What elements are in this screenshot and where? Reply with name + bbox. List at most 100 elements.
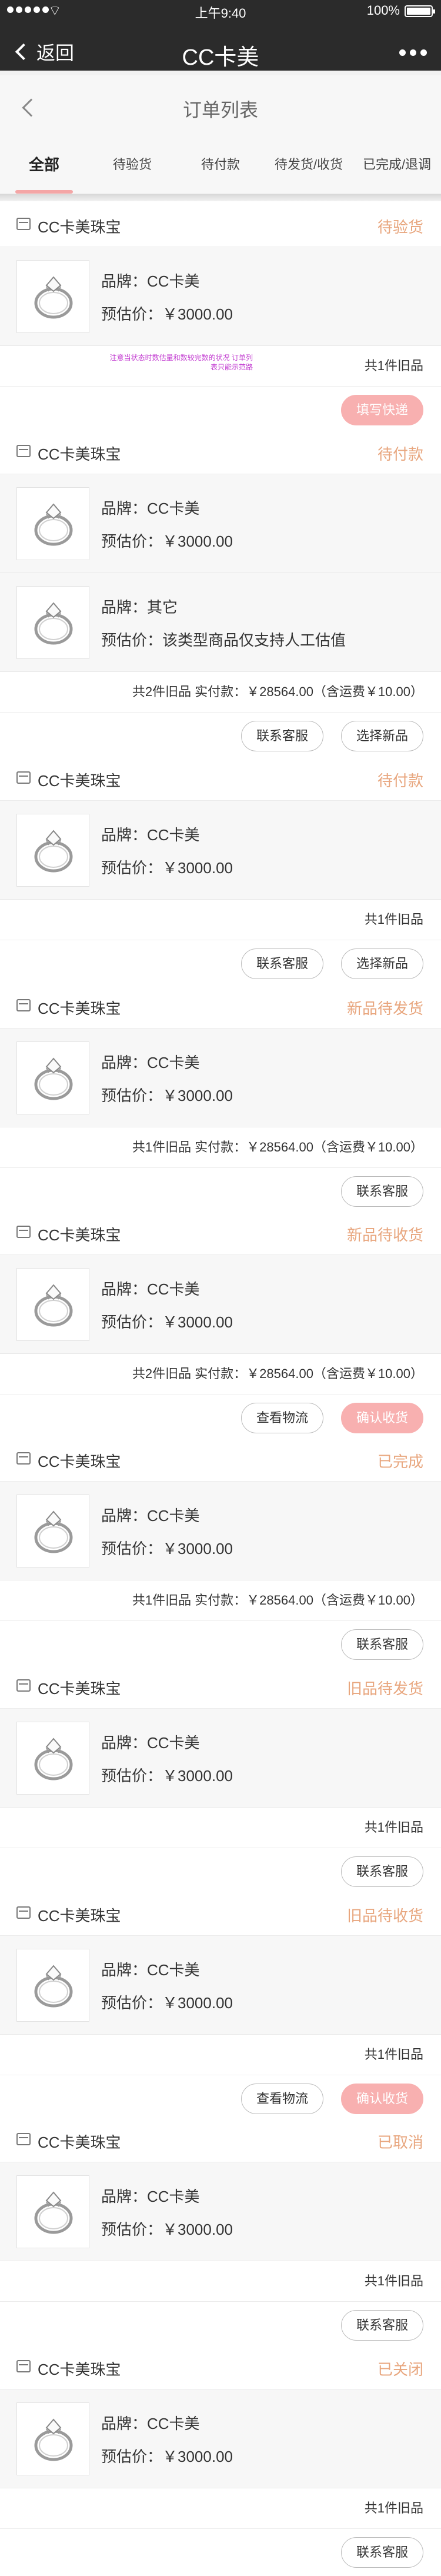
order-card: CC卡美珠宝 旧品待收货 品牌：CC卡美 预估价：￥3000.00 共1件旧品 查看物流确… xyxy=(0,1890,441,2125)
shop-name[interactable]: CC卡美珠宝 xyxy=(38,1450,121,1472)
shop-name[interactable]: CC卡美珠宝 xyxy=(38,1223,121,1245)
item-price: 预估价：该类型商品仅支持人工估值 xyxy=(101,631,346,649)
shop-icon xyxy=(16,2360,31,2372)
item-price: 预估价：￥3000.00 xyxy=(101,859,233,877)
order-status: 旧品待发货 xyxy=(346,1680,423,1698)
app-title: CC卡美 xyxy=(182,45,259,70)
action-button[interactable]: 选择新品 xyxy=(341,721,423,751)
tab-3[interactable]: 待发货/收货 xyxy=(265,140,353,194)
order-status: 待验货 xyxy=(377,218,423,236)
page-title: 订单列表 xyxy=(182,99,258,121)
product-thumbnail[interactable] xyxy=(16,1268,89,1341)
order-item[interactable]: 品牌：CC卡美 预估价：￥3000.00 xyxy=(0,247,441,346)
order-header: CC卡美珠宝 待付款 xyxy=(0,428,441,474)
item-brand: 品牌：其它 xyxy=(101,598,178,616)
action-button[interactable]: 联系客服 xyxy=(341,1629,423,1660)
item-brand: 品牌：CC卡美 xyxy=(101,1054,200,1071)
action-button[interactable]: 填写快递 xyxy=(341,395,423,425)
order-item[interactable]: 品牌：CC卡美 预估价：￥3000.00 xyxy=(0,2162,441,2261)
order-card: CC卡美珠宝 待验货品牌：CC卡美 预估价：￥3000.00 共1件旧品 注意当状态时数… xyxy=(0,201,441,437)
product-thumbnail[interactable] xyxy=(16,260,89,333)
more-dots-icon[interactable] xyxy=(399,49,427,56)
action-button[interactable]: 查看物流 xyxy=(241,2084,323,2114)
battery-icon xyxy=(405,5,435,17)
order-summary: 共1件旧品 xyxy=(0,900,441,940)
order-card: CC卡美珠宝 旧品待发货品牌：CC卡美 预估价：￥3000.00 共1件旧品联系客服 xyxy=(0,1663,441,1898)
action-button[interactable]: 联系客服 xyxy=(341,2310,423,2341)
order-item[interactable]: 品牌：CC卡美预估价：￥3000.00 xyxy=(0,801,441,900)
action-button[interactable]: 查看物流 xyxy=(241,1403,323,1433)
product-thumbnail[interactable] xyxy=(16,814,89,887)
item-price: 预估价：￥3000.00 xyxy=(101,2448,233,2465)
shop-name[interactable]: CC卡美珠宝 xyxy=(38,2358,121,2379)
product-thumbnail[interactable] xyxy=(16,487,89,560)
order-status: 新品待收货 xyxy=(346,1226,423,1244)
action-button[interactable]: 确认收货 xyxy=(341,1403,423,1433)
action-button[interactable]: 联系客服 xyxy=(241,948,323,979)
order-item[interactable]: 品牌：CC卡美 预估价：￥3000.00 xyxy=(0,1709,441,1808)
tab-0[interactable]: 全部 xyxy=(0,140,88,194)
order-item[interactable]: 品牌：CC卡美 预估价：￥3000.00 xyxy=(0,1482,441,1580)
page-header: 订单列表 xyxy=(0,75,441,140)
order-card: CC卡美珠宝 新品待收货品牌：CC卡美 预估价：￥3000.00 共2件旧品 实付款：… xyxy=(0,1209,441,1445)
shop-name[interactable]: CC卡美珠宝 xyxy=(38,1677,121,1699)
action-button[interactable]: 联系客服 xyxy=(341,2537,423,2568)
tabs-shadow xyxy=(0,194,441,201)
top-bar: ⌔ 上午9:40 100% 返回 CC卡美 xyxy=(0,0,441,71)
product-thumbnail[interactable] xyxy=(16,1495,89,1567)
order-item[interactable]: 品牌：CC卡美 预估价：￥3000.00 xyxy=(0,474,441,573)
shop-name[interactable]: CC卡美珠宝 xyxy=(38,1904,121,1926)
action-button[interactable]: 联系客服 xyxy=(341,1856,423,1887)
shop-name[interactable]: CC卡美珠宝 xyxy=(38,215,121,237)
shop-icon xyxy=(16,2133,31,2145)
order-item[interactable]: 品牌：其它预估价：该类型商品仅支持人工估值 xyxy=(0,573,441,672)
item-brand: 品牌：CC卡美 xyxy=(101,826,200,844)
shop-icon xyxy=(16,999,31,1011)
order-summary: 共1件旧品 xyxy=(0,1808,441,1848)
shop-icon xyxy=(16,1679,31,1692)
order-item[interactable]: 品牌：CC卡美 预估价：￥3000.00 xyxy=(0,1255,441,1354)
action-button[interactable]: 联系客服 xyxy=(341,1176,423,1207)
ring-icon xyxy=(34,1057,73,1100)
order-summary: 共2件旧品 实付款：￥28564.00（含运费￥10.00） xyxy=(0,1354,441,1394)
order-summary: 共1件旧品 实付款：￥28564.00（含运费￥10.00） xyxy=(0,1127,441,1167)
item-price: 预估价：￥3000.00 xyxy=(101,305,233,323)
product-thumbnail[interactable] xyxy=(16,2402,89,2475)
shop-icon xyxy=(16,771,31,784)
order-status: 旧品待收货 xyxy=(346,1907,423,1925)
shop-name[interactable]: CC卡美珠宝 xyxy=(38,769,121,791)
product-thumbnail[interactable] xyxy=(16,1949,89,2022)
shop-name[interactable]: CC卡美珠宝 xyxy=(38,442,121,464)
order-summary: 共1件旧品 注意当状态时数估量和数较完数的状况 订单列表只能示范路 xyxy=(0,346,441,386)
tab-1[interactable]: 待验货 xyxy=(88,140,176,194)
order-summary: 共1件旧品 xyxy=(0,2261,441,2301)
order-header: CC卡美珠宝 已关闭 xyxy=(0,2344,441,2389)
product-thumbnail[interactable] xyxy=(16,1041,89,1114)
order-item[interactable]: 品牌：CC卡美预估价：￥3000.00 xyxy=(0,1029,441,1127)
item-price: 预估价：￥3000.00 xyxy=(101,1087,233,1104)
item-brand: 品牌：CC卡美 xyxy=(101,1280,200,1298)
order-card: CC卡美珠宝 已取消品牌：CC卡美 预估价：￥3000.00 共1件旧品联系客服 xyxy=(0,2116,441,2352)
action-button[interactable]: 选择新品 xyxy=(341,948,423,979)
order-item[interactable]: 品牌：CC卡美 预估价：￥3000.00 xyxy=(0,1936,441,2035)
shop-name[interactable]: CC卡美珠宝 xyxy=(38,997,121,1019)
shop-name[interactable]: CC卡美珠宝 xyxy=(38,2131,121,2152)
item-price: 预估价：￥3000.00 xyxy=(101,1540,233,1557)
ring-icon xyxy=(34,602,73,645)
item-brand: 品牌：CC卡美 xyxy=(101,500,200,517)
item-brand: 品牌：CC卡美 xyxy=(101,2415,200,2432)
tab-4[interactable]: 已完成/退调 xyxy=(353,140,441,194)
product-thumbnail[interactable] xyxy=(16,2175,89,2248)
product-thumbnail[interactable] xyxy=(16,1722,89,1795)
app-bar: 返回 CC卡美 xyxy=(0,28,441,75)
action-button[interactable]: 确认收货 xyxy=(341,2084,423,2114)
action-button[interactable]: 联系客服 xyxy=(241,721,323,751)
status-bar: ⌔ 上午9:40 100% xyxy=(0,0,441,21)
tab-2[interactable]: 待付款 xyxy=(176,140,265,194)
order-status: 已关闭 xyxy=(377,2361,423,2378)
ring-icon xyxy=(34,830,73,873)
order-item[interactable]: 品牌：CC卡美预估价：￥3000.00 xyxy=(0,2389,441,2488)
product-thumbnail[interactable] xyxy=(16,586,89,659)
ring-icon xyxy=(34,1284,73,1327)
order-status: 已取消 xyxy=(377,2134,423,2151)
